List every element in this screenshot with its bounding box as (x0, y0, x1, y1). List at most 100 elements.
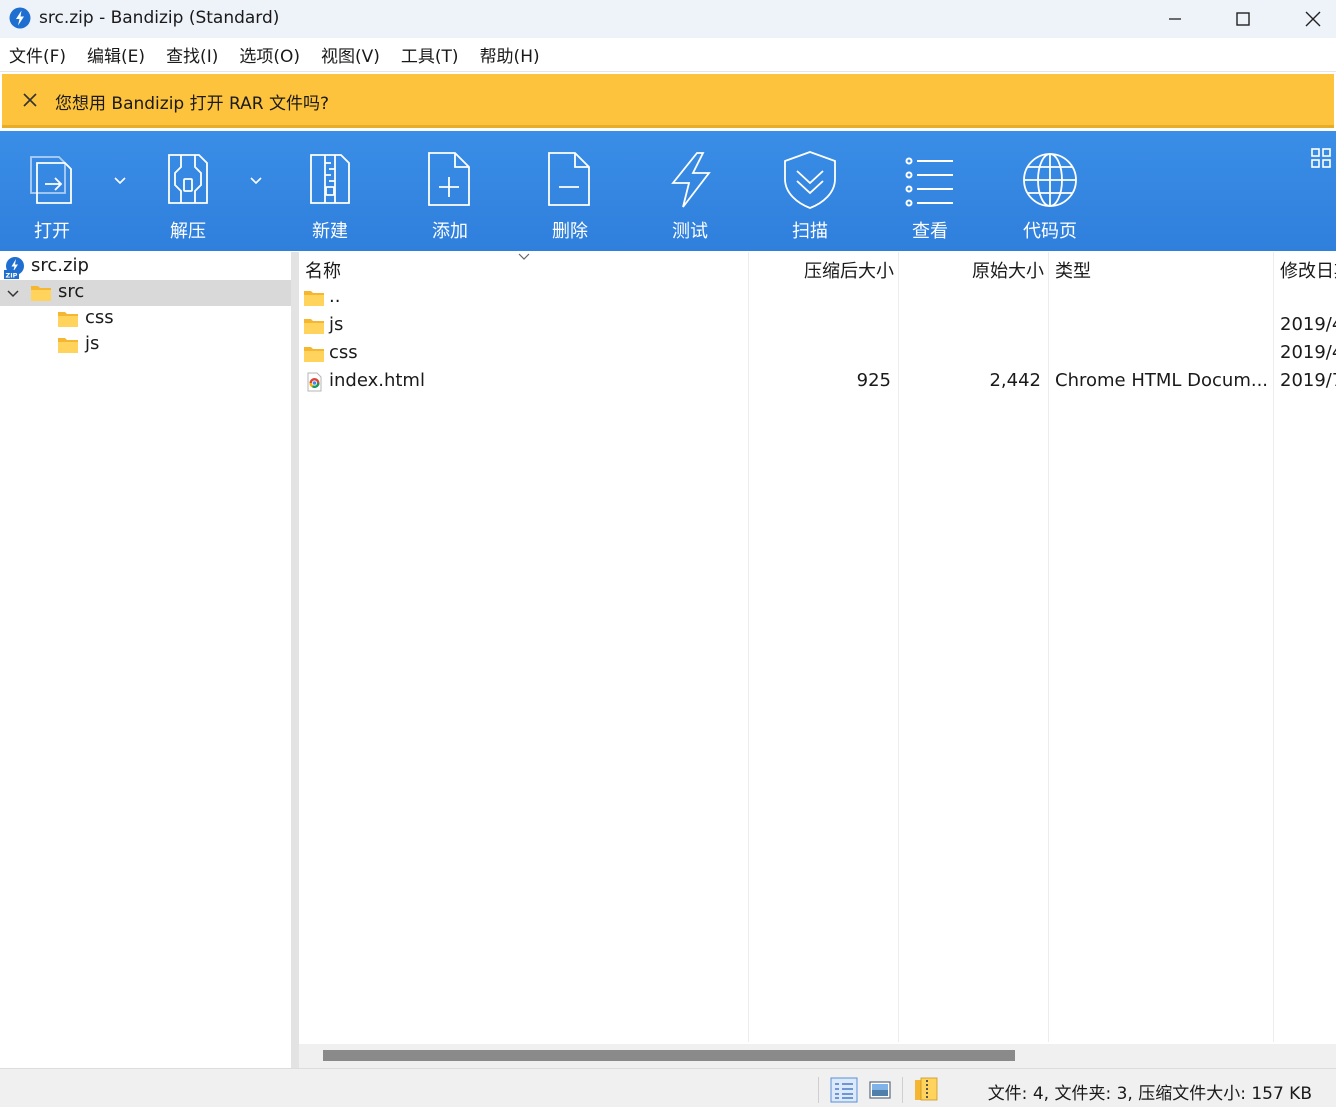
codepage-button[interactable]: 代码页 (995, 131, 1105, 251)
folder-icon (58, 312, 78, 327)
folder-icon (304, 347, 324, 362)
file-name: css (329, 342, 358, 363)
shield-icon (784, 151, 836, 209)
open-label: 打开 (34, 221, 70, 242)
list-item-js[interactable]: js 2019/4 (299, 312, 1336, 340)
view-button[interactable]: 查看 (875, 131, 985, 251)
close-icon[interactable] (20, 90, 40, 110)
folder-tree: ZIP src.zip src css js (0, 252, 291, 1068)
scan-button[interactable]: 扫描 (755, 131, 865, 251)
notice-text[interactable]: 您想用 Bandizip 打开 RAR 文件吗? (55, 89, 329, 114)
pane-splitter[interactable] (291, 252, 299, 1068)
thumbnail-view-icon[interactable] (866, 1077, 894, 1103)
tree-item-label: src (58, 281, 85, 302)
minimize-button[interactable] (1140, 0, 1210, 38)
bandizip-app-icon[interactable] (9, 7, 31, 29)
file-name: index.html (329, 370, 425, 391)
archive-info-icon[interactable] (912, 1077, 940, 1103)
extract-button[interactable]: 解压 (133, 131, 243, 251)
chrome-html-file-icon (307, 372, 322, 392)
extract-dropdown-icon[interactable] (245, 169, 267, 191)
folder-icon (304, 319, 324, 334)
svg-text:ZIP: ZIP (6, 272, 18, 280)
column-header-modified[interactable]: 修改日期 (1280, 257, 1336, 283)
lightning-icon (671, 152, 711, 208)
scan-label: 扫描 (792, 221, 828, 242)
folder-icon (304, 291, 324, 306)
tree-item-archive-root[interactable]: ZIP src.zip (0, 254, 291, 280)
tree-item-js[interactable]: js (0, 332, 291, 358)
column-header-original-size[interactable]: 原始大小 (898, 257, 1044, 283)
list-item-parent[interactable]: .. (299, 284, 1336, 312)
new-archive-button[interactable]: 新建 (275, 131, 385, 251)
chevron-down-icon[interactable] (5, 285, 21, 301)
menu-find[interactable]: 查找(I) (166, 42, 218, 67)
folder-icon (58, 338, 78, 353)
codepage-label: 代码页 (1023, 221, 1077, 242)
menu-bar: 文件(F) 编辑(E) 查找(I) 选项(O) 视图(V) 工具(T) 帮助(H… (0, 38, 1336, 72)
tree-item-label: src.zip (31, 255, 89, 276)
tree-item-label: js (85, 333, 100, 354)
file-name: js (329, 314, 344, 335)
tree-item-src[interactable]: src (0, 280, 291, 306)
status-bar: 文件: 4, 文件夹: 3, 压缩文件大小: 157 KB (0, 1068, 1336, 1107)
menu-tools[interactable]: 工具(T) (401, 42, 459, 67)
add-button[interactable]: 添加 (395, 131, 505, 251)
extract-label: 解压 (170, 221, 206, 242)
menu-view[interactable]: 视图(V) (321, 42, 380, 67)
open-button[interactable]: 打开 (0, 131, 107, 251)
add-file-icon (428, 152, 470, 206)
test-button[interactable]: 测试 (635, 131, 745, 251)
list-view-icon (905, 157, 953, 207)
window-title: src.zip - Bandizip (Standard) (39, 8, 280, 28)
status-summary: 文件: 4, 文件夹: 3, 压缩文件大小: 157 KB (987, 1084, 1312, 1104)
sort-descending-icon (518, 253, 530, 260)
folder-icon (31, 286, 51, 301)
details-view-icon[interactable] (830, 1077, 858, 1103)
horizontal-scrollbar[interactable] (299, 1044, 1336, 1068)
new-label: 新建 (312, 221, 348, 242)
minimize-icon (1169, 18, 1181, 20)
toolbar: 打开 解压 新建 添加 删除 测试 扫描 查看 代码页 (0, 131, 1336, 251)
status-divider (902, 1077, 903, 1103)
add-label: 添加 (432, 221, 468, 242)
extract-icon (168, 154, 208, 204)
status-divider (818, 1077, 819, 1103)
globe-icon (1023, 153, 1077, 207)
test-label: 测试 (672, 221, 708, 242)
menu-file[interactable]: 文件(F) (9, 42, 66, 67)
menu-help[interactable]: 帮助(H) (480, 42, 540, 67)
file-modified: 2019/4 (1280, 342, 1336, 363)
close-button[interactable] (1278, 0, 1336, 38)
file-type: Chrome HTML Docum... (1055, 370, 1267, 391)
column-header-packed-size[interactable]: 压缩后大小 (748, 257, 894, 283)
list-item-css[interactable]: css 2019/4 (299, 340, 1336, 368)
file-name: .. (329, 286, 341, 307)
file-packed-size: 925 (856, 370, 891, 391)
menu-edit[interactable]: 编辑(E) (87, 42, 145, 67)
delete-button[interactable]: 删除 (515, 131, 625, 251)
file-modified: 2019/4 (1280, 314, 1336, 335)
open-icon (30, 156, 72, 204)
rar-association-notice[interactable]: 您想用 Bandizip 打开 RAR 文件吗? (2, 74, 1334, 128)
maximize-icon (1236, 12, 1250, 26)
title-bar: src.zip - Bandizip (Standard) (0, 0, 1336, 38)
list-item-index-html[interactable]: index.html 925 2,442 Chrome HTML Docum..… (299, 368, 1336, 396)
menu-options[interactable]: 选项(O) (239, 42, 300, 67)
scrollbar-thumb[interactable] (323, 1050, 1015, 1061)
delete-label: 删除 (552, 221, 588, 242)
file-original-size: 2,442 (989, 370, 1041, 391)
view-label: 查看 (912, 221, 948, 242)
zip-archive-icon: ZIP (4, 257, 24, 280)
layout-grid-icon[interactable] (1310, 147, 1332, 169)
new-archive-icon (310, 154, 350, 204)
column-header-name[interactable]: 名称 (305, 257, 341, 283)
open-dropdown-icon[interactable] (109, 169, 131, 191)
file-list: 名称 压缩后大小 原始大小 类型 修改日期 .. js 2019/4 css 2… (299, 252, 1336, 1068)
delete-file-icon (548, 152, 590, 206)
column-header-type[interactable]: 类型 (1055, 257, 1091, 283)
tree-item-css[interactable]: css (0, 306, 291, 332)
maximize-button[interactable] (1208, 0, 1278, 38)
close-icon (1305, 11, 1321, 27)
file-modified: 2019/7 (1280, 370, 1336, 391)
